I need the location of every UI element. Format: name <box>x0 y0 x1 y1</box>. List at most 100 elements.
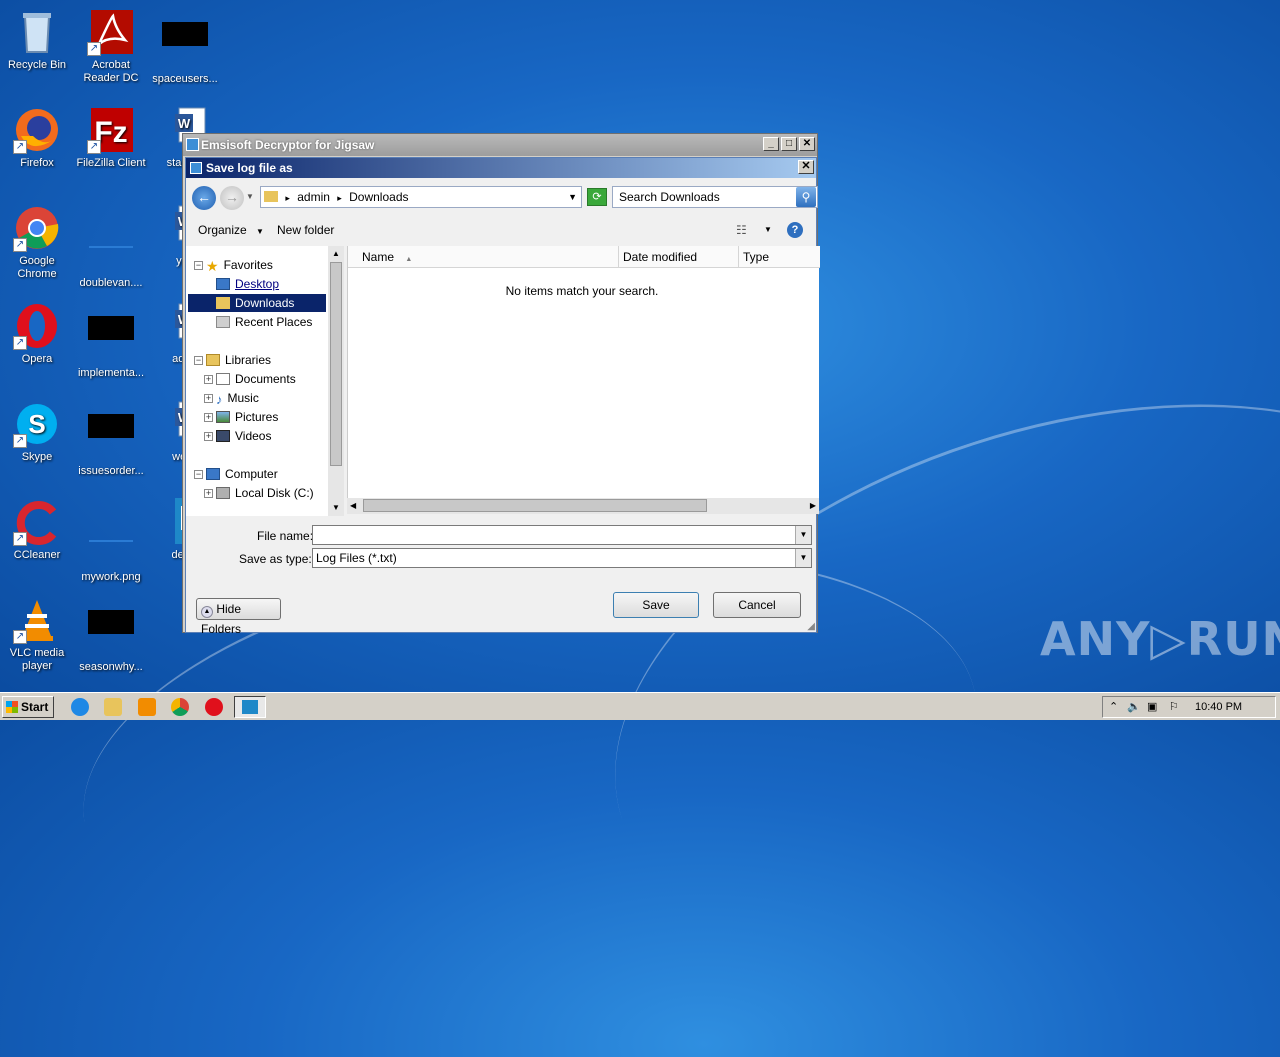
breadcrumb-downloads[interactable]: Downloads <box>349 190 408 204</box>
collapse-icon[interactable]: − <box>194 261 203 270</box>
scroll-left-arrow-icon[interactable]: ◀ <box>350 498 356 514</box>
address-row: ← → ▼ ▸ admin ▸ Downloads ▼ ⟳ Search Dow… <box>186 180 818 212</box>
expand-icon[interactable]: + <box>204 375 213 384</box>
opera-taskbar-icon[interactable] <box>205 698 223 716</box>
chevron-down-icon[interactable]: ▼ <box>795 549 811 567</box>
desktop-icon-file[interactable]: mywork.png <box>74 498 148 584</box>
dialog-titlebar[interactable]: Save log file as ✕ <box>186 158 816 178</box>
clock[interactable]: 10:40 PM <box>1195 697 1242 717</box>
decryptor-taskbar-button[interactable] <box>234 696 266 718</box>
desktop-icon-file[interactable]: seasonwhy... <box>74 596 148 674</box>
nav-pane-scrollbar[interactable]: ▲ ▼ <box>328 246 344 516</box>
recycle-bin-icon <box>13 8 61 56</box>
expand-icon[interactable]: + <box>204 394 213 403</box>
column-header-name[interactable]: Name ▲ <box>348 246 619 268</box>
file-name-field[interactable]: ▼ <box>312 525 812 545</box>
minimize-button[interactable]: _ <box>763 137 779 151</box>
desktop-icon-file[interactable]: issuesorder... <box>74 400 148 478</box>
desktop-icon-acrobat[interactable]: ↗ Acrobat Reader DC <box>74 8 148 85</box>
media-player-icon[interactable] <box>138 698 156 716</box>
desktop-icon-file[interactable]: spaceusers... <box>148 8 222 86</box>
dialog-close-button[interactable]: ✕ <box>798 160 814 174</box>
shortcut-arrow-icon: ↗ <box>13 336 27 350</box>
scroll-down-arrow-icon[interactable]: ▼ <box>328 500 344 516</box>
chevron-down-icon[interactable]: ▼ <box>795 526 811 544</box>
refresh-icon[interactable]: ⟳ <box>587 188 607 206</box>
scroll-up-arrow-icon[interactable]: ▲ <box>328 246 344 262</box>
back-arrow-icon[interactable]: ← <box>192 186 216 210</box>
desktop-icon-label: Acrobat Reader DC <box>83 59 139 84</box>
column-header-date-modified[interactable]: Date modified <box>619 246 739 268</box>
start-button[interactable]: Start <box>2 696 54 718</box>
scroll-right-arrow-icon[interactable]: ▶ <box>810 498 816 514</box>
view-dropdown-icon[interactable]: ▼ <box>764 218 772 242</box>
nav-recent-places[interactable]: Recent Places <box>216 313 312 331</box>
desktop-icon-label: Google Chrome <box>17 255 57 280</box>
hide-folders-button[interactable]: ▲ Hide Folders <box>196 598 281 636</box>
nav-music[interactable]: ♪ Music <box>216 389 259 407</box>
show-desktop-button[interactable] <box>1276 693 1280 721</box>
scrollbar-thumb[interactable] <box>330 262 342 466</box>
desktop-icon-opera[interactable]: ↗ Opera <box>0 302 74 366</box>
desktop-icon-file[interactable]: implementa... <box>74 302 148 380</box>
help-icon[interactable]: ? <box>787 222 803 238</box>
volume-icon[interactable]: 🔈 <box>1127 697 1141 717</box>
forward-arrow-icon[interactable]: → <box>220 186 244 210</box>
nav-documents[interactable]: Documents <box>216 370 296 388</box>
downloads-folder-icon <box>216 297 230 309</box>
desktop-icon-skype[interactable]: S ↗ Skype <box>0 400 74 464</box>
file-list-horizontal-scrollbar[interactable]: ◀ ▶ <box>347 498 819 514</box>
nav-downloads[interactable]: Downloads <box>188 294 326 312</box>
nav-videos[interactable]: Videos <box>216 427 271 445</box>
navigation-pane: − ★ Favorites Desktop Downloads Recent Pl… <box>186 246 328 516</box>
organize-menu[interactable]: Organize ▼ <box>198 218 264 244</box>
action-center-flag-icon[interactable]: ⚐ <box>1169 697 1179 717</box>
address-bar[interactable]: ▸ admin ▸ Downloads ▼ <box>260 186 582 208</box>
nav-pictures[interactable]: Pictures <box>216 408 278 426</box>
scrollbar-thumb[interactable] <box>363 499 707 512</box>
column-header-type[interactable]: Type <box>739 246 820 268</box>
desktop-icon-file[interactable]: doublevan.... <box>74 204 148 290</box>
close-button[interactable]: ✕ <box>799 137 815 151</box>
cancel-button[interactable]: Cancel <box>713 592 801 618</box>
file-explorer-icon[interactable] <box>104 698 122 716</box>
desktop-icon-chrome[interactable]: ↗ Google Chrome <box>0 204 74 281</box>
save-button[interactable]: Save <box>613 592 699 618</box>
desktop-icon-filezilla[interactable]: Fz ↗ FileZilla Client <box>74 106 148 170</box>
history-dropdown-icon[interactable]: ▼ <box>246 192 254 201</box>
breadcrumb-admin[interactable]: admin <box>297 190 330 204</box>
collapse-icon[interactable]: − <box>194 470 203 479</box>
column-label: Type <box>743 250 770 264</box>
film-icon <box>216 430 230 442</box>
desktop-icon-firefox[interactable]: ↗ Firefox <box>0 106 74 170</box>
expand-icon[interactable]: + <box>204 413 213 422</box>
expand-icon[interactable]: + <box>204 432 213 441</box>
network-icon[interactable]: ▣ <box>1147 697 1157 717</box>
nav-desktop[interactable]: Desktop <box>216 275 279 293</box>
nav-computer[interactable]: Computer <box>206 465 278 483</box>
file-list[interactable]: Name ▲ Date modified Type No items match… <box>347 246 820 498</box>
save-as-type-select[interactable]: Log Files (*.txt) ▼ <box>312 548 812 568</box>
show-hidden-icons-icon[interactable]: ⌃ <box>1109 697 1118 717</box>
nav-libraries[interactable]: Libraries <box>206 351 271 369</box>
maximize-button[interactable]: □ <box>781 137 797 151</box>
desktop-icon-recycle-bin[interactable]: Recycle Bin <box>0 8 74 72</box>
internet-explorer-icon[interactable] <box>71 698 89 716</box>
nav-favorites[interactable]: ★ Favorites <box>206 256 273 274</box>
expand-icon[interactable]: + <box>204 489 213 498</box>
chrome-taskbar-icon[interactable] <box>171 698 189 716</box>
search-input[interactable]: Search Downloads <box>612 186 818 208</box>
desktop-icon-ccleaner[interactable]: ↗ CCleaner <box>0 498 74 562</box>
address-dropdown-icon[interactable]: ▼ <box>568 187 577 207</box>
save-as-type-label: Save as type: <box>239 552 312 566</box>
window-titlebar[interactable]: Emsisoft Decryptor for Jigsaw _ □ ✕ <box>183 134 817 156</box>
new-folder-button[interactable]: New folder <box>277 218 334 242</box>
collapse-icon[interactable]: − <box>194 356 203 365</box>
resize-grip-icon[interactable]: ◢ <box>807 621 815 632</box>
desktop-icon-vlc[interactable]: ↗ VLC media player <box>0 596 74 673</box>
desktop-icon-label: seasonwhy... <box>79 661 143 673</box>
search-icon[interactable]: ⚲ <box>796 187 816 207</box>
nav-local-disk[interactable]: Local Disk (C:) <box>216 484 314 502</box>
view-options-icon[interactable]: ☷ <box>736 218 747 242</box>
opera-icon: ↗ <box>13 302 61 350</box>
